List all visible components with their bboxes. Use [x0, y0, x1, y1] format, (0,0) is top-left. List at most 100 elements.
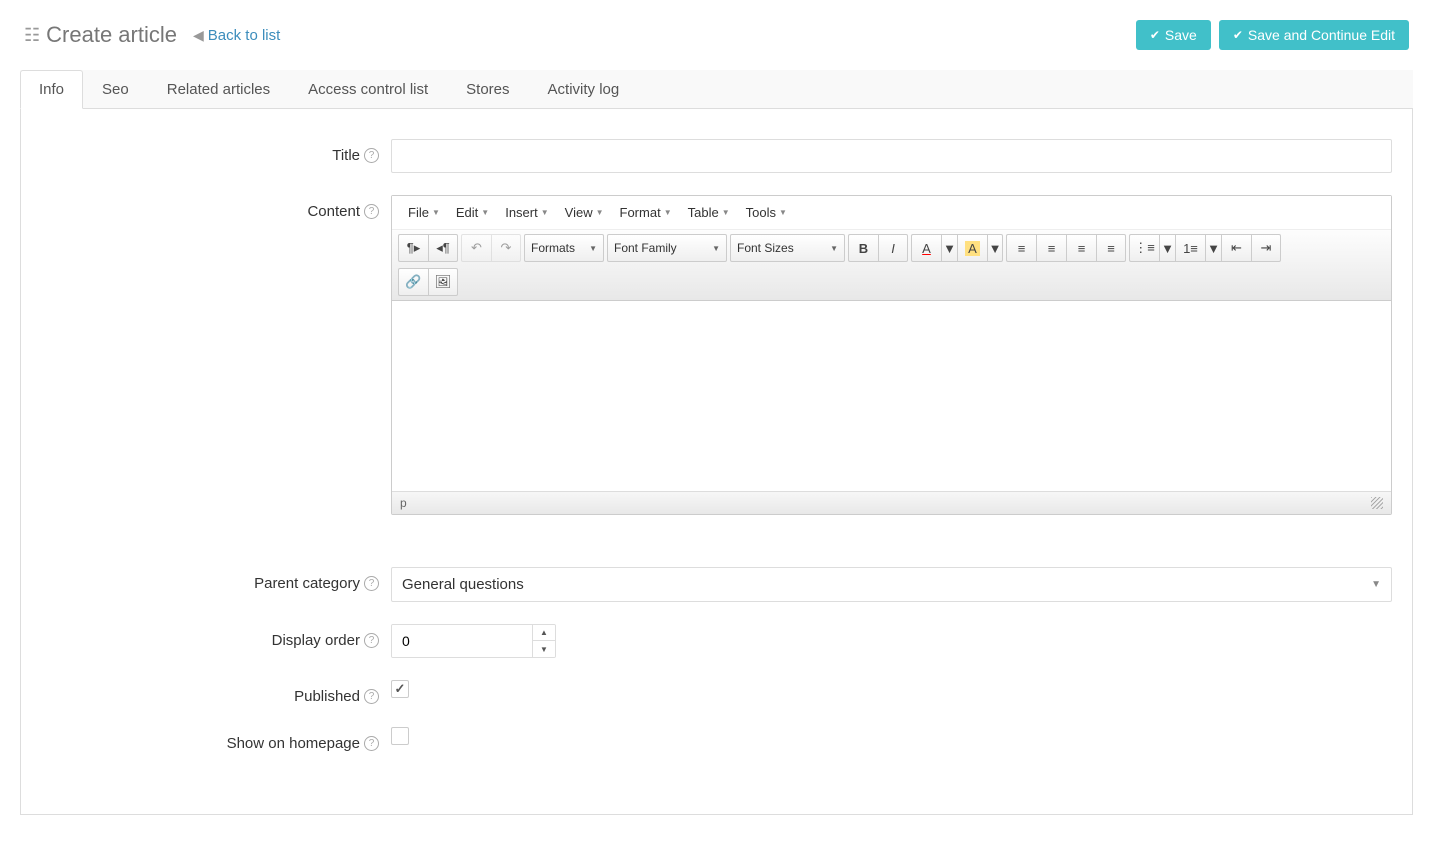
rtl-button[interactable]: ◂¶ [428, 234, 458, 262]
menu-edit[interactable]: Edit▼ [450, 202, 495, 223]
outdent-icon: ⇤ [1231, 240, 1242, 256]
align-left-button[interactable]: ≡ [1006, 234, 1036, 262]
help-icon[interactable]: ? [364, 148, 379, 163]
bullet-list-dropdown[interactable]: ▼ [1159, 234, 1175, 262]
editor-statusbar: p [392, 491, 1391, 514]
link-button[interactable]: 🔗 [398, 268, 428, 296]
save-button[interactable]: ✔ Save [1136, 20, 1211, 50]
menu-view[interactable]: View▼ [559, 202, 610, 223]
save-continue-label: Save and Continue Edit [1248, 27, 1395, 43]
field-display-order: ▲ ▼ [391, 624, 1392, 658]
label-title: Title ? [41, 139, 391, 164]
parent-category-select[interactable]: General questions ▼ [391, 567, 1392, 602]
tab-activity-log[interactable]: Activity log [529, 70, 639, 108]
tab-info[interactable]: Info [20, 70, 83, 109]
label-published: Published ? [41, 680, 391, 705]
menu-file[interactable]: File▼ [402, 202, 446, 223]
header-actions: ✔ Save ✔ Save and Continue Edit [1136, 20, 1409, 50]
italic-button[interactable]: I [878, 234, 908, 262]
caret-down-icon: ▼ [541, 208, 549, 217]
undo-button[interactable]: ↶ [461, 234, 491, 262]
caret-down-icon: ▼ [989, 241, 1002, 256]
group-list: ⋮≡ ▼ 1≡ ▼ ⇤ ⇥ [1129, 234, 1281, 262]
tab-seo[interactable]: Seo [83, 70, 148, 108]
back-to-list-link[interactable]: ◀ Back to list [193, 27, 280, 44]
check-circle-icon: ✔ [1233, 28, 1243, 42]
align-justify-button[interactable]: ≡ [1096, 234, 1126, 262]
bg-color-dropdown[interactable]: ▼ [987, 234, 1003, 262]
label-parent-text: Parent category [254, 575, 360, 592]
align-right-icon: ≡ [1078, 241, 1086, 256]
menu-tools[interactable]: Tools▼ [740, 202, 793, 223]
page-title-text: Create article [46, 22, 177, 48]
help-icon[interactable]: ? [364, 576, 379, 591]
align-justify-icon: ≡ [1107, 241, 1115, 256]
homepage-checkbox[interactable] [391, 727, 409, 745]
title-input[interactable] [391, 139, 1392, 173]
caret-down-icon: ▼ [432, 208, 440, 217]
display-order-input[interactable] [392, 625, 532, 657]
editor-content-area[interactable] [392, 301, 1391, 491]
bold-button[interactable]: B [848, 234, 878, 262]
align-center-button[interactable]: ≡ [1036, 234, 1066, 262]
caret-down-icon: ▼ [589, 244, 597, 253]
undo-icon: ↶ [471, 240, 482, 256]
page-title: ☷ Create article [24, 22, 177, 48]
article-icon: ☷ [24, 25, 40, 46]
align-right-button[interactable]: ≡ [1066, 234, 1096, 262]
resize-handle-icon[interactable] [1371, 497, 1383, 509]
font-sizes-select[interactable]: Font Sizes▼ [730, 234, 845, 262]
help-icon[interactable]: ? [364, 689, 379, 704]
help-icon[interactable]: ? [364, 633, 379, 648]
indent-button[interactable]: ⇥ [1251, 234, 1281, 262]
field-parent-category: General questions ▼ [391, 567, 1392, 602]
spinner-down-button[interactable]: ▼ [533, 641, 555, 657]
pilcrow-ltr-icon: ¶▸ [407, 240, 421, 256]
bullet-list-button[interactable]: ⋮≡ [1129, 234, 1159, 262]
row-content: Content ? File▼ Edit▼ Insert▼ View▼ Form… [41, 195, 1392, 515]
menu-format[interactable]: Format▼ [614, 202, 678, 223]
menu-table[interactable]: Table▼ [682, 202, 736, 223]
redo-button[interactable]: ↷ [491, 234, 521, 262]
caret-down-icon: ▼ [1207, 241, 1220, 256]
text-color-button[interactable]: A [911, 234, 941, 262]
image-button[interactable]: 🖼 [428, 268, 458, 296]
editor-menubar: File▼ Edit▼ Insert▼ View▼ Format▼ Table▼… [392, 196, 1391, 230]
tab-stores[interactable]: Stores [447, 70, 528, 108]
bold-icon: B [859, 241, 868, 256]
save-continue-button[interactable]: ✔ Save and Continue Edit [1219, 20, 1409, 50]
menu-insert[interactable]: Insert▼ [499, 202, 554, 223]
text-color-dropdown[interactable]: ▼ [941, 234, 957, 262]
indent-icon: ⇥ [1261, 240, 1272, 256]
link-icon: 🔗 [405, 274, 421, 290]
ltr-button[interactable]: ¶▸ [398, 234, 428, 262]
number-list-dropdown[interactable]: ▼ [1205, 234, 1221, 262]
help-icon[interactable]: ? [364, 204, 379, 219]
label-parent-category: Parent category ? [41, 567, 391, 592]
field-content: File▼ Edit▼ Insert▼ View▼ Format▼ Table▼… [391, 195, 1392, 515]
group-bold-italic: B I [848, 234, 908, 262]
label-content-text: Content [307, 203, 360, 220]
caret-down-icon: ▼ [722, 208, 730, 217]
label-content: Content ? [41, 195, 391, 220]
font-family-select[interactable]: Font Family▼ [607, 234, 727, 262]
published-checkbox[interactable] [391, 680, 409, 698]
number-list-button[interactable]: 1≡ [1175, 234, 1205, 262]
text-color-icon: A [922, 241, 931, 256]
group-align: ≡ ≡ ≡ ≡ [1006, 234, 1126, 262]
number-list-icon: 1≡ [1183, 241, 1198, 256]
caret-up-icon: ▲ [540, 628, 548, 637]
caret-down-icon: ▼ [943, 241, 956, 256]
group-color: A ▼ A ▼ [911, 234, 1003, 262]
help-icon[interactable]: ? [364, 736, 379, 751]
spinner-up-button[interactable]: ▲ [533, 625, 555, 641]
page-header: ☷ Create article ◀ Back to list ✔ Save ✔… [20, 20, 1413, 50]
header-left: ☷ Create article ◀ Back to list [24, 22, 280, 48]
label-display-order-text: Display order [272, 632, 360, 649]
outdent-button[interactable]: ⇤ [1221, 234, 1251, 262]
tab-acl[interactable]: Access control list [289, 70, 447, 108]
bg-color-button[interactable]: A [957, 234, 987, 262]
formats-select[interactable]: Formats▼ [524, 234, 604, 262]
tab-related-articles[interactable]: Related articles [148, 70, 289, 108]
label-title-text: Title [332, 147, 360, 164]
